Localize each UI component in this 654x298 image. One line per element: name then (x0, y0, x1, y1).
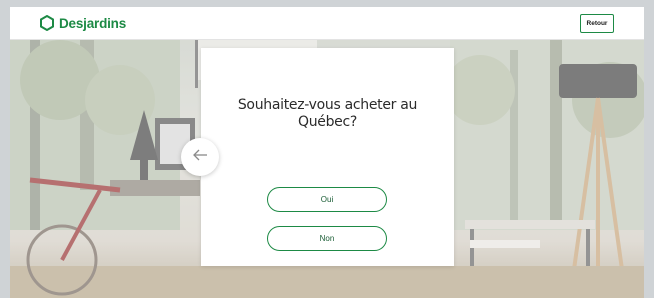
previous-step-button[interactable] (181, 138, 219, 176)
arrow-left-icon (192, 148, 208, 166)
page-viewport: Desjardins Retour Souhaitez-vous acheter… (10, 7, 644, 298)
browser-frame: Desjardins Retour Souhaitez-vous acheter… (0, 0, 654, 298)
question-title: Souhaitez-vous acheter au Québec? (237, 97, 418, 130)
option-oui-button[interactable]: Oui (267, 187, 387, 212)
desjardins-logo[interactable]: Desjardins (40, 14, 126, 32)
option-non-button[interactable]: Non (267, 226, 387, 251)
header-bar: Desjardins Retour (10, 7, 644, 40)
logo-text: Desjardins (59, 15, 127, 31)
hexagon-logo-icon (40, 15, 54, 31)
question-card: Souhaitez-vous acheter au Québec? Oui No… (201, 48, 454, 266)
back-button[interactable]: Retour (580, 14, 614, 33)
